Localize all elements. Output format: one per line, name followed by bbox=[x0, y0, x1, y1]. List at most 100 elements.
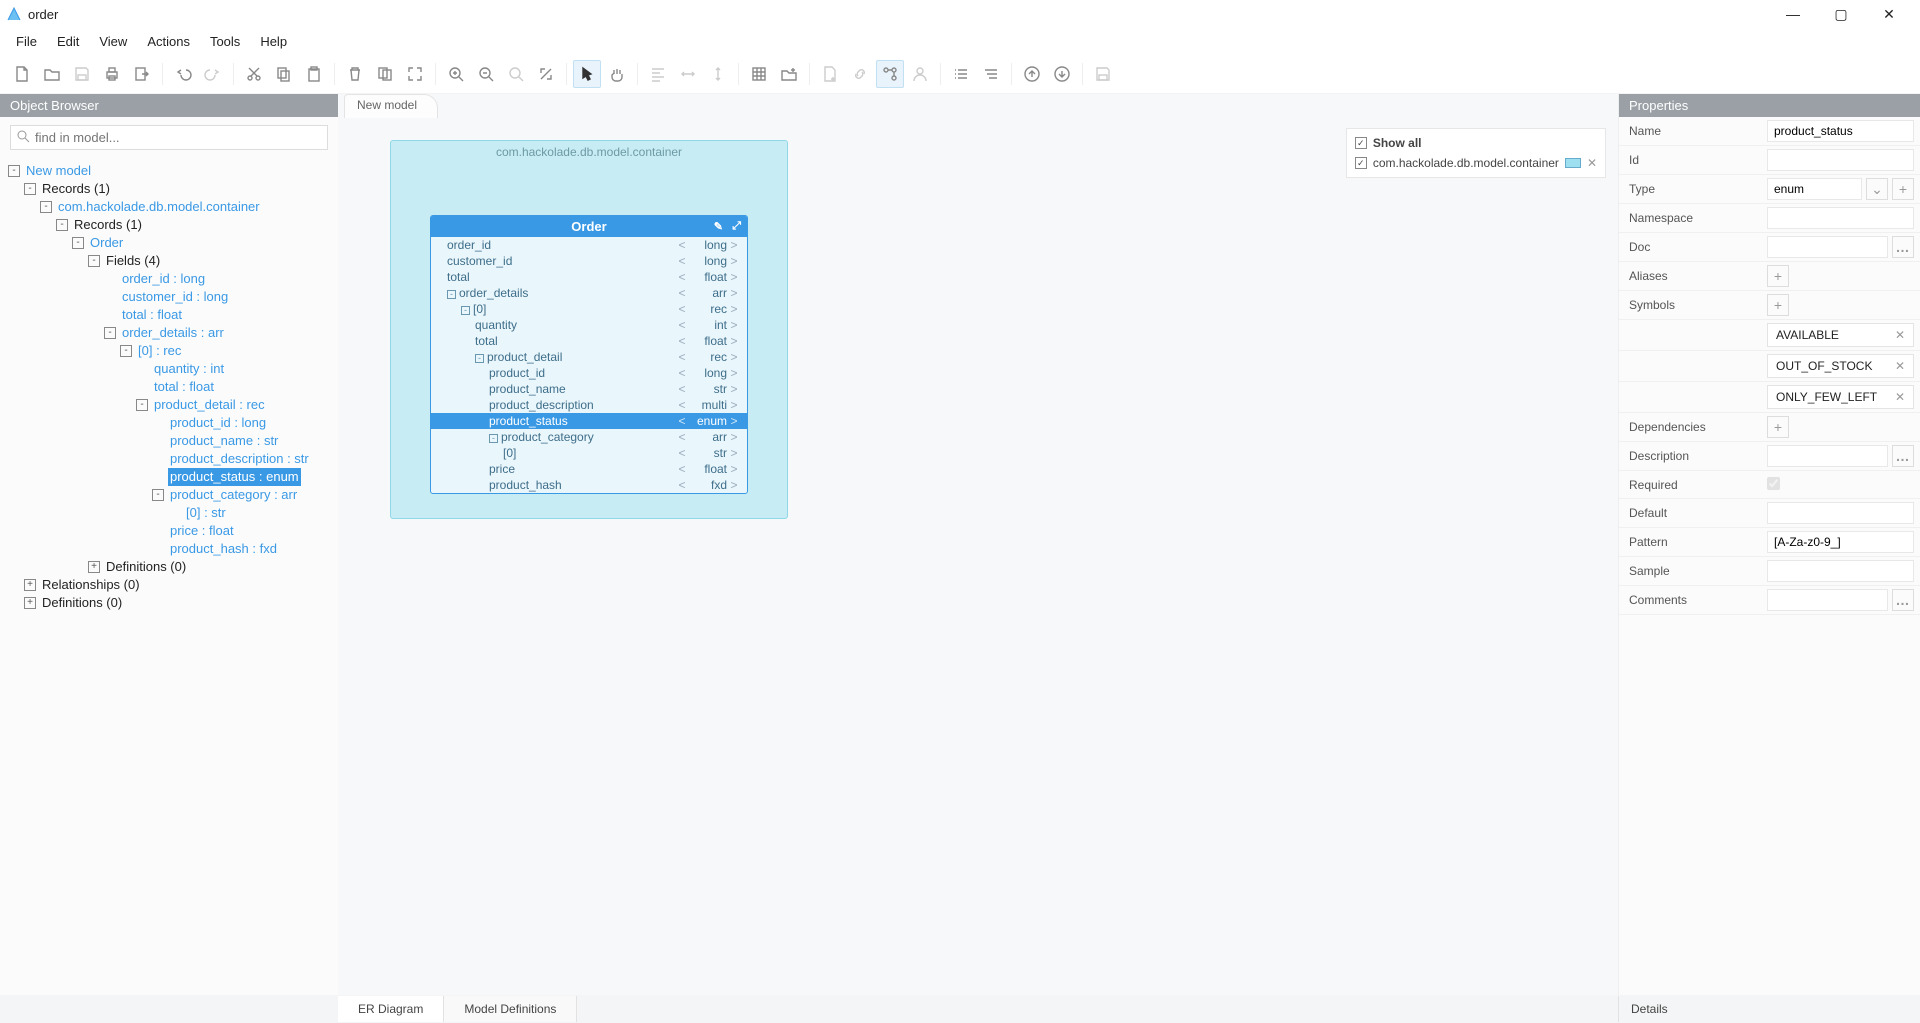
tree-toggle-icon[interactable]: + bbox=[88, 561, 100, 573]
tree-label[interactable]: quantity : int bbox=[152, 360, 226, 378]
tree-field-product-name[interactable]: product_name : str bbox=[8, 432, 338, 450]
tree-field-product-category[interactable]: -product_category : arr bbox=[8, 486, 338, 504]
remove-symbol-icon[interactable]: ✕ bbox=[1895, 390, 1905, 404]
entity-field-row[interactable]: total<float> bbox=[431, 333, 747, 349]
collapse-box-icon[interactable]: - bbox=[447, 290, 456, 299]
tree-label[interactable]: New model bbox=[24, 162, 93, 180]
expand-entity-icon[interactable]: ⤢ bbox=[732, 220, 741, 233]
tree-toggle-icon[interactable]: + bbox=[24, 597, 36, 609]
fit-screen-icon[interactable] bbox=[401, 60, 429, 88]
tree-field-product-description[interactable]: product_description : str bbox=[8, 450, 338, 468]
menu-file[interactable]: File bbox=[8, 32, 45, 51]
tree-field-total[interactable]: total : float bbox=[8, 306, 338, 324]
zoom-in-icon[interactable] bbox=[442, 60, 470, 88]
link-icon[interactable] bbox=[846, 60, 874, 88]
collapse-box-icon[interactable]: - bbox=[489, 434, 498, 443]
tree-node-definitions[interactable]: + Definitions (0) bbox=[8, 558, 338, 576]
tree-toggle-icon[interactable]: - bbox=[40, 201, 52, 213]
menu-tools[interactable]: Tools bbox=[202, 32, 248, 51]
add-type-icon[interactable]: + bbox=[1892, 178, 1914, 200]
move-down-icon[interactable] bbox=[1048, 60, 1076, 88]
tree-label[interactable]: product_hash : fxd bbox=[168, 540, 279, 558]
tree-field-price[interactable]: price : float bbox=[8, 522, 338, 540]
entity-field-row[interactable]: -product_detail<rec> bbox=[431, 349, 747, 365]
tree-field-category-index-0[interactable]: [0] : str bbox=[8, 504, 338, 522]
add-alias-icon[interactable]: + bbox=[1767, 265, 1789, 287]
prop-doc-input[interactable] bbox=[1767, 236, 1888, 258]
tree-label[interactable]: Definitions (0) bbox=[40, 594, 124, 612]
tree-label[interactable]: product_description : str bbox=[168, 450, 311, 468]
tree-node-new-model[interactable]: -New model bbox=[8, 162, 338, 180]
symbol-chip[interactable]: AVAILABLE✕ bbox=[1767, 323, 1914, 347]
entity-field-row[interactable]: price<float> bbox=[431, 461, 747, 477]
menu-edit[interactable]: Edit bbox=[49, 32, 87, 51]
tree-label[interactable]: com.hackolade.db.model.container bbox=[56, 198, 262, 216]
grid-icon[interactable] bbox=[745, 60, 773, 88]
tree-label[interactable]: price : float bbox=[168, 522, 236, 540]
entity-field-row[interactable]: total<float> bbox=[431, 269, 747, 285]
entity-field-row[interactable]: -product_category<arr> bbox=[431, 429, 747, 445]
list-outdent-icon[interactable] bbox=[977, 60, 1005, 88]
tree-label[interactable]: Fields (4) bbox=[104, 252, 162, 270]
cut-icon[interactable] bbox=[240, 60, 268, 88]
entity-field-row[interactable]: product_name<str> bbox=[431, 381, 747, 397]
menu-view[interactable]: View bbox=[91, 32, 135, 51]
tree-node-records[interactable]: -Records (1) bbox=[8, 180, 338, 198]
collapse-box-icon[interactable]: - bbox=[475, 354, 484, 363]
export-icon[interactable] bbox=[128, 60, 156, 88]
tree-node-order[interactable]: -Order bbox=[8, 234, 338, 252]
duplicate-icon[interactable] bbox=[371, 60, 399, 88]
entity-field-row[interactable]: product_hash<fxd> bbox=[431, 477, 747, 493]
tree-label[interactable]: order_id : long bbox=[120, 270, 207, 288]
menu-actions[interactable]: Actions bbox=[139, 32, 198, 51]
zoom-reset-icon[interactable] bbox=[502, 60, 530, 88]
drag-handle-icon[interactable]: ⋮ bbox=[1619, 456, 1623, 467]
print-icon[interactable] bbox=[98, 60, 126, 88]
tree-label[interactable]: Order bbox=[88, 234, 125, 252]
entity-field-row[interactable]: [0]<str> bbox=[431, 445, 747, 461]
tree-toggle-icon[interactable]: - bbox=[72, 237, 84, 249]
prop-description-input[interactable] bbox=[1767, 445, 1888, 467]
prop-name-input[interactable] bbox=[1767, 120, 1914, 142]
tree-label[interactable]: product_id : long bbox=[168, 414, 268, 432]
er-entity-order[interactable]: Order ✎ ⤢ order_id<long>customer_id<long… bbox=[430, 215, 748, 494]
entity-field-row[interactable]: product_id<long> bbox=[431, 365, 747, 381]
prop-namespace-input[interactable] bbox=[1767, 207, 1914, 229]
paste-icon[interactable] bbox=[300, 60, 328, 88]
pointer-tool-icon[interactable] bbox=[573, 60, 601, 88]
add-symbol-icon[interactable]: + bbox=[1767, 294, 1789, 316]
tree-node-fields[interactable]: -Fields (4) bbox=[8, 252, 338, 270]
pan-tool-icon[interactable] bbox=[603, 60, 631, 88]
expand-icon[interactable] bbox=[532, 60, 560, 88]
remove-symbol-icon[interactable]: ✕ bbox=[1895, 359, 1905, 373]
er-entity-header[interactable]: Order ✎ ⤢ bbox=[431, 216, 747, 237]
diagram-canvas[interactable]: com.hackolade.db.model.container Order ✎… bbox=[338, 118, 1618, 995]
align-left-icon[interactable] bbox=[644, 60, 672, 88]
search-input[interactable] bbox=[10, 125, 328, 150]
ellipsis-icon[interactable]: … bbox=[1892, 589, 1914, 611]
tree-field-quantity[interactable]: quantity : int bbox=[8, 360, 338, 378]
tree-label[interactable]: Definitions (0) bbox=[104, 558, 188, 576]
tree-node-definitions-2[interactable]: + Definitions (0) bbox=[8, 594, 338, 612]
distribute-h-icon[interactable] bbox=[674, 60, 702, 88]
copy-icon[interactable] bbox=[270, 60, 298, 88]
prop-default-input[interactable] bbox=[1767, 502, 1914, 524]
move-up-icon[interactable] bbox=[1018, 60, 1046, 88]
legend-remove-icon[interactable]: ✕ bbox=[1587, 156, 1597, 170]
add-dependency-icon[interactable]: + bbox=[1767, 416, 1789, 438]
bottom-tab-er-diagram[interactable]: ER Diagram bbox=[338, 996, 444, 1022]
window-close-button[interactable]: ✕ bbox=[1874, 6, 1904, 23]
zoom-out-icon[interactable] bbox=[472, 60, 500, 88]
tree-toggle-icon[interactable]: - bbox=[24, 183, 36, 195]
ellipsis-icon[interactable]: … bbox=[1892, 445, 1914, 467]
tree-field-product-hash[interactable]: product_hash : fxd bbox=[8, 540, 338, 558]
tree-label[interactable]: total : float bbox=[120, 306, 184, 324]
pencil-icon[interactable]: ✎ bbox=[714, 220, 723, 233]
tree-field-order-details[interactable]: -order_details : arr bbox=[8, 324, 338, 342]
prop-id-input[interactable] bbox=[1767, 149, 1914, 171]
tree-field-order-id[interactable]: order_id : long bbox=[8, 270, 338, 288]
collapse-box-icon[interactable]: - bbox=[461, 306, 470, 315]
tree-label[interactable]: product_category : arr bbox=[168, 486, 299, 504]
undo-icon[interactable] bbox=[169, 60, 197, 88]
tree-label[interactable]: total : float bbox=[152, 378, 216, 396]
